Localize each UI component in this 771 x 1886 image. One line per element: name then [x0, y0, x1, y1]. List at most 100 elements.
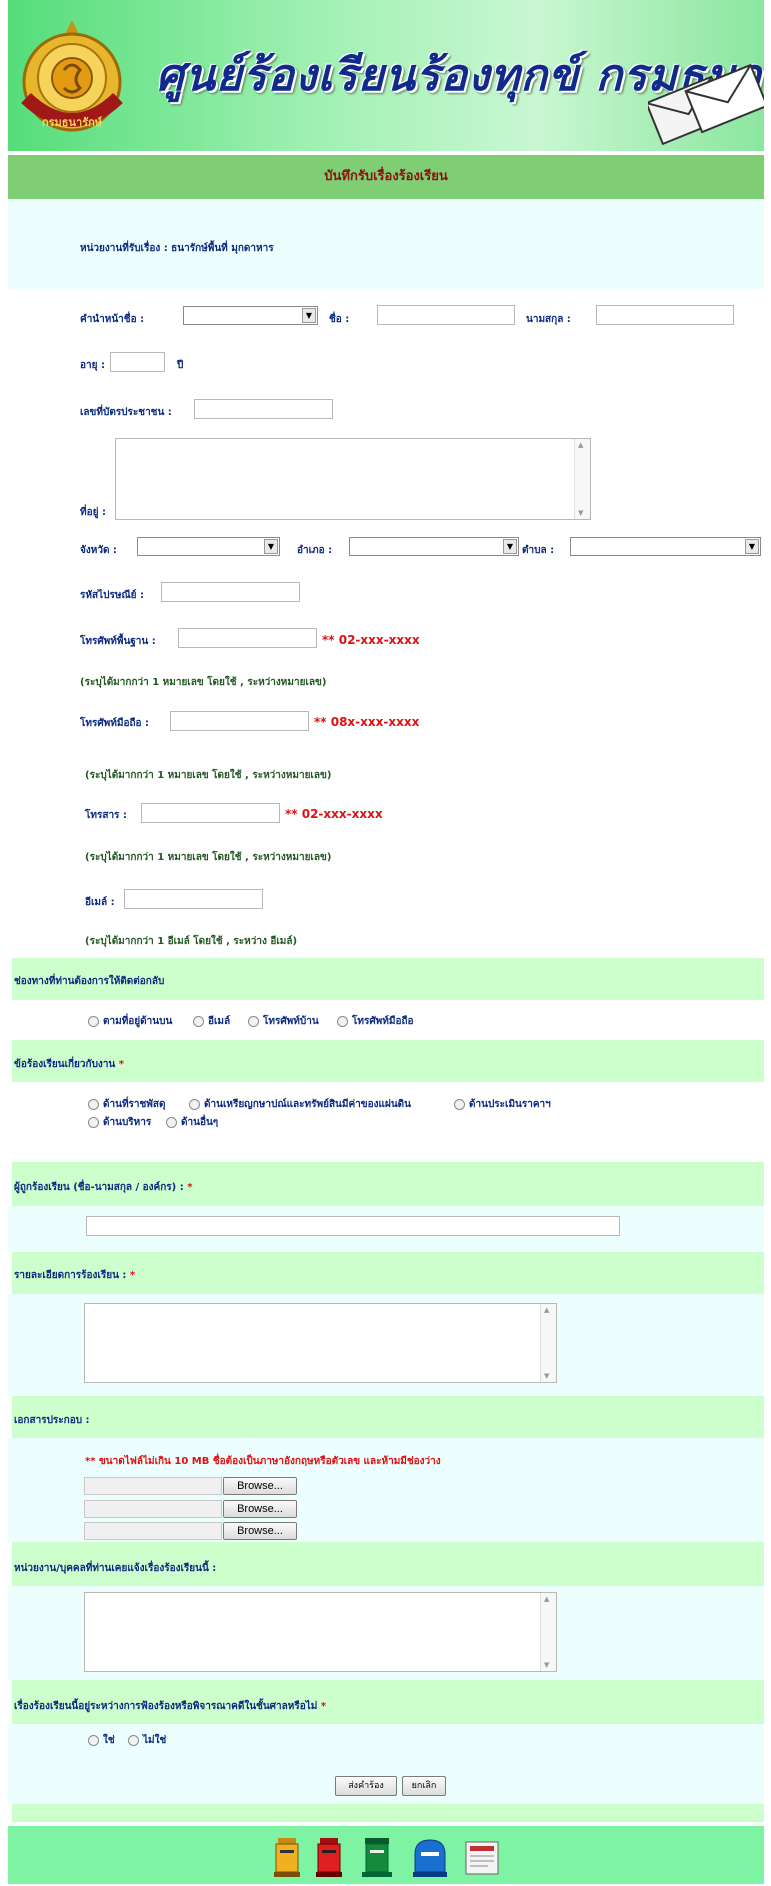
- age-unit: ปี: [177, 360, 184, 371]
- court-option-no[interactable]: ไม่ใช่: [128, 1733, 166, 1748]
- radio-icon[interactable]: [248, 1015, 259, 1027]
- mailbox-blue-icon: [413, 1839, 447, 1877]
- previous-textarea[interactable]: ▲ ▼: [84, 1592, 557, 1672]
- header-banner: กรมธนารักษ์ ศูนย์ร้องเรียนร้องทุกข์ กรมธ…: [8, 0, 764, 151]
- contact-option-email[interactable]: อีเมล์: [193, 1014, 230, 1029]
- subdistrict-label: ตำบล :: [522, 545, 555, 556]
- fax-label: โทรสาร :: [85, 810, 127, 821]
- radio-icon[interactable]: [128, 1734, 139, 1746]
- radio-icon[interactable]: [88, 1116, 99, 1128]
- complaint-page: กรมธนารักษ์ ศูนย์ร้องเรียนร้องทุกข์ กรมธ…: [0, 0, 771, 1886]
- last-name-label: นามสกุล :: [526, 314, 571, 325]
- mobile-field[interactable]: [170, 711, 309, 731]
- email-field[interactable]: [124, 889, 263, 909]
- last-name-field[interactable]: [596, 305, 734, 325]
- contact-option-home-phone[interactable]: โทรศัพท์บ้าน: [248, 1014, 319, 1029]
- scrollbar[interactable]: ▲ ▼: [574, 439, 590, 519]
- mailbox-green-icon: [362, 1838, 392, 1877]
- topic-section-title: ข้อร้องเรียนเกี่ยวกับงาน *: [14, 1059, 124, 1070]
- age-field[interactable]: [110, 352, 165, 372]
- topic-option-admin[interactable]: ด้านบริหาร: [88, 1115, 151, 1130]
- form-title: บันทึกรับเรื่องร้องเรียน: [8, 155, 764, 199]
- radio-icon[interactable]: [88, 1734, 99, 1746]
- id-card-field[interactable]: [194, 399, 333, 419]
- court-section-title: เรื่องร้องเรียนนี้อยู่ระหว่างการฟ้องร้อง…: [14, 1701, 327, 1712]
- phone-example: ** 02-xxx-xxxx: [322, 633, 420, 647]
- attachments-warning: ** ขนาดไฟล์ไม่เกิน 10 MB ชื่อต้องเป็นภาษ…: [85, 1456, 441, 1467]
- scrollbar[interactable]: ▲ ▼: [540, 1593, 556, 1671]
- treasury-seal-icon: กรมธนารักษ์: [21, 20, 123, 132]
- mailbox-yellow-icon: [274, 1838, 300, 1877]
- topic-option-property[interactable]: ด้านที่ราชพัสดุ: [88, 1097, 166, 1112]
- bottom-divider: [12, 1804, 764, 1822]
- scroll-up-icon[interactable]: ▲: [578, 441, 583, 449]
- province-label: จังหวัด :: [80, 545, 117, 556]
- submit-button[interactable]: ส่งคำร้อง: [335, 1776, 397, 1796]
- radio-icon[interactable]: [454, 1098, 465, 1110]
- scroll-down-icon[interactable]: ▼: [544, 1661, 549, 1669]
- mobile-example: ** 08x-xxx-xxxx: [314, 715, 420, 729]
- attachments-section-header: [12, 1396, 764, 1438]
- scroll-up-icon[interactable]: ▲: [544, 1306, 549, 1314]
- contact-option-address[interactable]: ตามที่อยู่ด้านบน: [88, 1014, 172, 1029]
- details-textarea[interactable]: ▲ ▼: [84, 1303, 557, 1383]
- id-card-label: เลขที่บัตรประชาชน :: [80, 407, 172, 418]
- contact-option-mobile[interactable]: โทรศัพท์มือถือ: [337, 1014, 414, 1029]
- email-label: อีเมล์ :: [85, 897, 115, 908]
- chevron-down-icon: ▼: [503, 539, 517, 554]
- topic-option-valuation[interactable]: ด้านประเมินราคาฯ: [454, 1097, 551, 1112]
- radio-icon[interactable]: [193, 1015, 204, 1027]
- footer: [8, 1826, 764, 1884]
- prefix-select[interactable]: ▼: [183, 306, 318, 325]
- scroll-down-icon[interactable]: ▼: [544, 1372, 549, 1380]
- phone-field[interactable]: [178, 628, 317, 648]
- chevron-down-icon: ▼: [264, 539, 278, 554]
- details-section-title: รายละเอียดการร้องเรียน : *: [14, 1270, 136, 1281]
- court-option-yes[interactable]: ใช่: [88, 1733, 115, 1748]
- previous-section-title: หน่วยงาน/บุคคลที่ท่านเคยแจ้งเรื่องร้องเร…: [14, 1563, 217, 1574]
- svg-text:กรมธนารักษ์: กรมธนารักษ์: [42, 116, 103, 129]
- radio-icon[interactable]: [88, 1098, 99, 1110]
- attachments-section-title: เอกสารประกอบ :: [14, 1415, 90, 1426]
- radio-icon[interactable]: [189, 1098, 200, 1110]
- accused-field[interactable]: [86, 1216, 620, 1236]
- topic-section-header: [12, 1040, 764, 1082]
- province-select[interactable]: ▼: [137, 537, 280, 556]
- browse-button[interactable]: Browse...: [223, 1500, 297, 1518]
- topic-option-other[interactable]: ด้านอื่นๆ: [166, 1115, 218, 1130]
- district-select[interactable]: ▼: [349, 537, 519, 556]
- prefix-label: คำนำหน้าชื่อ :: [80, 314, 145, 325]
- first-name-field[interactable]: [377, 305, 515, 325]
- phone-label: โทรศัพท์พื้นฐาน :: [80, 636, 156, 647]
- mobile-label: โทรศัพท์มือถือ :: [80, 718, 150, 729]
- chevron-down-icon: ▼: [302, 308, 316, 323]
- address-textarea[interactable]: ▲ ▼: [115, 438, 591, 520]
- scroll-up-icon[interactable]: ▲: [544, 1595, 549, 1603]
- email-note: (ระบุได้มากกว่า 1 อีเมล์ โดยใช้ , ระหว่า…: [85, 936, 298, 947]
- scroll-down-icon[interactable]: ▼: [578, 509, 583, 517]
- agency-label: หน่วยงานที่รับเรื่อง : ธนารักษ์พื้นที่ ม…: [80, 243, 274, 254]
- browse-button[interactable]: Browse...: [223, 1477, 297, 1495]
- postcode-label: รหัสไปรษณีย์ :: [80, 590, 145, 601]
- subdistrict-select[interactable]: ▼: [570, 537, 761, 556]
- file-path-field[interactable]: [84, 1522, 222, 1540]
- radio-icon[interactable]: [166, 1116, 177, 1128]
- mailbox-red-icon: [316, 1838, 342, 1877]
- topic-option-coins[interactable]: ด้านเหรียญกษาปณ์และทรัพย์สินมีค่าของแผ่น…: [189, 1097, 411, 1112]
- scrollbar[interactable]: ▲ ▼: [540, 1304, 556, 1382]
- contact-section-title: ช่องทางที่ท่านต้องการให้ติดต่อกลับ: [14, 976, 165, 987]
- letter-icon: [465, 1841, 499, 1875]
- accused-section-title: ผู้ถูกร้องเรียน (ชื่อ-นามสกุล / องค์กร) …: [14, 1182, 193, 1193]
- file-path-field[interactable]: [84, 1500, 222, 1518]
- fax-note: (ระบุได้มากกว่า 1 หมายเลข โดยใช้ , ระหว่…: [85, 852, 332, 863]
- browse-button[interactable]: Browse...: [223, 1522, 297, 1540]
- radio-icon[interactable]: [88, 1015, 99, 1027]
- postcode-field[interactable]: [161, 582, 300, 602]
- fax-field[interactable]: [141, 803, 280, 823]
- fax-example: ** 02-xxx-xxxx: [285, 807, 383, 821]
- age-label: อายุ :: [80, 360, 105, 371]
- cancel-button[interactable]: ยกเลิก: [402, 1776, 446, 1796]
- radio-icon[interactable]: [337, 1015, 348, 1027]
- file-path-field[interactable]: [84, 1477, 222, 1495]
- phone-note: (ระบุได้มากกว่า 1 หมายเลข โดยใช้ , ระหว่…: [80, 677, 327, 688]
